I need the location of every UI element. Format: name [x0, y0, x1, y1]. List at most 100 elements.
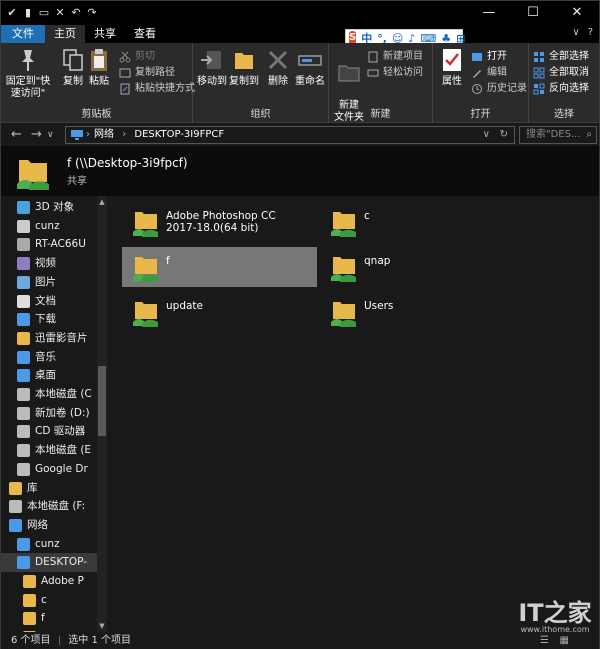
status-separator: | — [57, 635, 62, 646]
tab-share[interactable]: 共享 — [85, 25, 125, 43]
search-input[interactable]: 搜索"DES... ⌕ — [519, 126, 597, 144]
redo-icon[interactable]: ↷ — [85, 6, 99, 20]
nav-scrollbar[interactable]: ▲ ▼ — [97, 196, 107, 632]
nav-item[interactable]: RT-AC66U — [1, 235, 97, 254]
nav-item[interactable]: Adobe P — [1, 572, 97, 591]
file-item[interactable]: update — [122, 292, 317, 332]
nav-item[interactable]: 桌面 — [1, 366, 97, 385]
address-dropdown-icon[interactable]: ∨ — [483, 127, 490, 143]
recent-locations-button[interactable]: ∨ — [47, 130, 54, 140]
tab-home[interactable]: 主页 — [45, 25, 85, 43]
easy-access-button[interactable]: 轻松访问 — [367, 65, 423, 81]
breadcrumb-network[interactable]: 网络 — [94, 129, 114, 140]
scroll-thumb[interactable] — [98, 366, 106, 436]
nav-item[interactable]: cunz — [1, 217, 97, 236]
nav-item[interactable]: DESKTOP- — [1, 553, 97, 573]
chevron-down-icon[interactable]: ∨ — [572, 27, 579, 38]
select-none-button[interactable]: 全部取消 — [533, 65, 589, 81]
selected-count: 选中 1 个项目 — [68, 635, 132, 646]
properties-label: 属性 — [442, 76, 462, 87]
new-item-button[interactable]: 新建项目 — [367, 49, 423, 65]
nav-item[interactable]: 网络 — [1, 516, 97, 535]
open-button[interactable]: 打开 — [471, 49, 507, 65]
scroll-up-icon[interactable]: ▲ — [97, 198, 107, 206]
new-folder-icon[interactable]: ▮ — [21, 6, 35, 20]
invert-selection-button[interactable]: 反向选择 — [533, 81, 589, 97]
group-new: 新建 文件夹 新建项目 轻松访问 新建 — [329, 43, 433, 123]
watermark-logo: IT之家 — [518, 599, 592, 627]
file-item[interactable]: Users — [320, 292, 515, 332]
close-button[interactable]: ✕ — [555, 1, 599, 25]
delete-icon[interactable]: ✕ — [53, 6, 67, 20]
maximize-button[interactable]: ☐ — [511, 1, 555, 25]
documents-icon — [17, 294, 30, 308]
address-bar[interactable]: › 网络 › DESKTOP-3I9FPCF ∨ ↻ — [65, 126, 515, 144]
nav-item-label: 新加卷 (D:) — [35, 406, 90, 419]
nav-item[interactable]: f — [1, 609, 97, 628]
nav-item[interactable]: 图片 — [1, 273, 97, 292]
nav-item[interactable]: c — [1, 591, 97, 610]
paste-button[interactable]: 粘贴 — [79, 47, 119, 88]
rename-icon[interactable]: ▭ — [37, 6, 51, 20]
copy-to-label: 复制到 — [229, 76, 259, 87]
history-label: 历史记录 — [487, 83, 527, 94]
forward-button[interactable]: → — [31, 127, 42, 142]
minimize-button[interactable]: — — [467, 1, 511, 25]
nav-item[interactable]: 库 — [1, 479, 97, 498]
large-icons-view-icon[interactable]: ▦ — [560, 632, 569, 649]
network-icon — [71, 130, 83, 140]
nav-item-label: DESKTOP- — [35, 556, 88, 569]
nav-item[interactable]: 文档 — [1, 292, 97, 311]
nav-item[interactable]: 视频 — [1, 254, 97, 273]
shared-folder-icon — [133, 257, 158, 282]
cut-button[interactable]: 剪切 — [119, 49, 155, 65]
nav-item[interactable]: 新加卷 (D:) — [1, 404, 97, 423]
refresh-icon[interactable]: ↻ — [500, 127, 508, 143]
nav-item-label: 库 — [27, 481, 38, 494]
pin-quick-access-button[interactable]: 固定到"快速访问" — [5, 47, 51, 100]
search-placeholder: 搜索"DES... — [526, 129, 581, 140]
nav-item[interactable]: CD 驱动器 — [1, 422, 97, 441]
paste-shortcut-button[interactable]: 粘贴快捷方式 — [119, 81, 195, 97]
cut-label: 剪切 — [135, 51, 155, 62]
open-icon — [472, 53, 482, 61]
delete-button[interactable]: 删除 — [263, 47, 293, 88]
scroll-down-icon[interactable]: ▼ — [97, 622, 107, 630]
history-button[interactable]: 历史记录 — [471, 81, 527, 97]
rename-button[interactable]: 重命名 — [293, 47, 327, 88]
properties-icon[interactable]: ✔ — [5, 6, 19, 20]
search-icon: ⌕ — [586, 129, 592, 140]
help-icon[interactable]: ? — [588, 27, 593, 38]
tab-file[interactable]: 文件 — [1, 25, 45, 43]
nav-item[interactable]: 本地磁盘 (E — [1, 441, 97, 460]
file-item[interactable]: f — [122, 247, 317, 287]
nav-item-label: 音乐 — [35, 350, 56, 363]
rename-label: 重命名 — [295, 76, 325, 87]
back-button[interactable]: ← — [11, 127, 22, 142]
file-item[interactable]: c — [320, 202, 515, 242]
file-name: f — [166, 255, 170, 267]
file-item[interactable]: qnap — [320, 247, 515, 287]
file-item[interactable]: Adobe Photoshop CC 2017-18.0(64 bit) — [122, 202, 317, 242]
copy-to-button[interactable]: 复制到 — [227, 47, 261, 88]
breadcrumb-desktop[interactable]: DESKTOP-3I9FPCF — [134, 129, 224, 140]
nav-item[interactable]: 音乐 — [1, 348, 97, 367]
nav-item[interactable]: Google Dr — [1, 460, 97, 479]
nav-item[interactable]: 迅雷影音片 — [1, 329, 97, 348]
edit-button[interactable]: 编辑 — [471, 65, 507, 81]
desktop-icon — [17, 369, 30, 383]
nav-item[interactable]: 下载 — [1, 310, 97, 329]
copy-path-button[interactable]: 复制路径 — [119, 65, 175, 81]
properties-button[interactable]: 属性 — [435, 47, 469, 88]
nav-item[interactable]: 3D 对象 — [1, 198, 97, 217]
undo-icon[interactable]: ↶ — [69, 6, 83, 20]
nav-item[interactable]: 本地磁盘 (C — [1, 385, 97, 404]
nav-item[interactable]: cunz — [1, 535, 97, 554]
tab-view[interactable]: 查看 — [125, 25, 165, 43]
nav-item[interactable]: 本地磁盘 (F: — [1, 497, 97, 516]
select-all-button[interactable]: 全部选择 — [533, 49, 589, 65]
details-view-icon[interactable]: ☰ — [540, 632, 549, 649]
move-to-button[interactable]: 移动到 — [195, 47, 229, 88]
new-folder-big-icon — [338, 65, 360, 82]
shared-folder-icon — [17, 160, 49, 190]
